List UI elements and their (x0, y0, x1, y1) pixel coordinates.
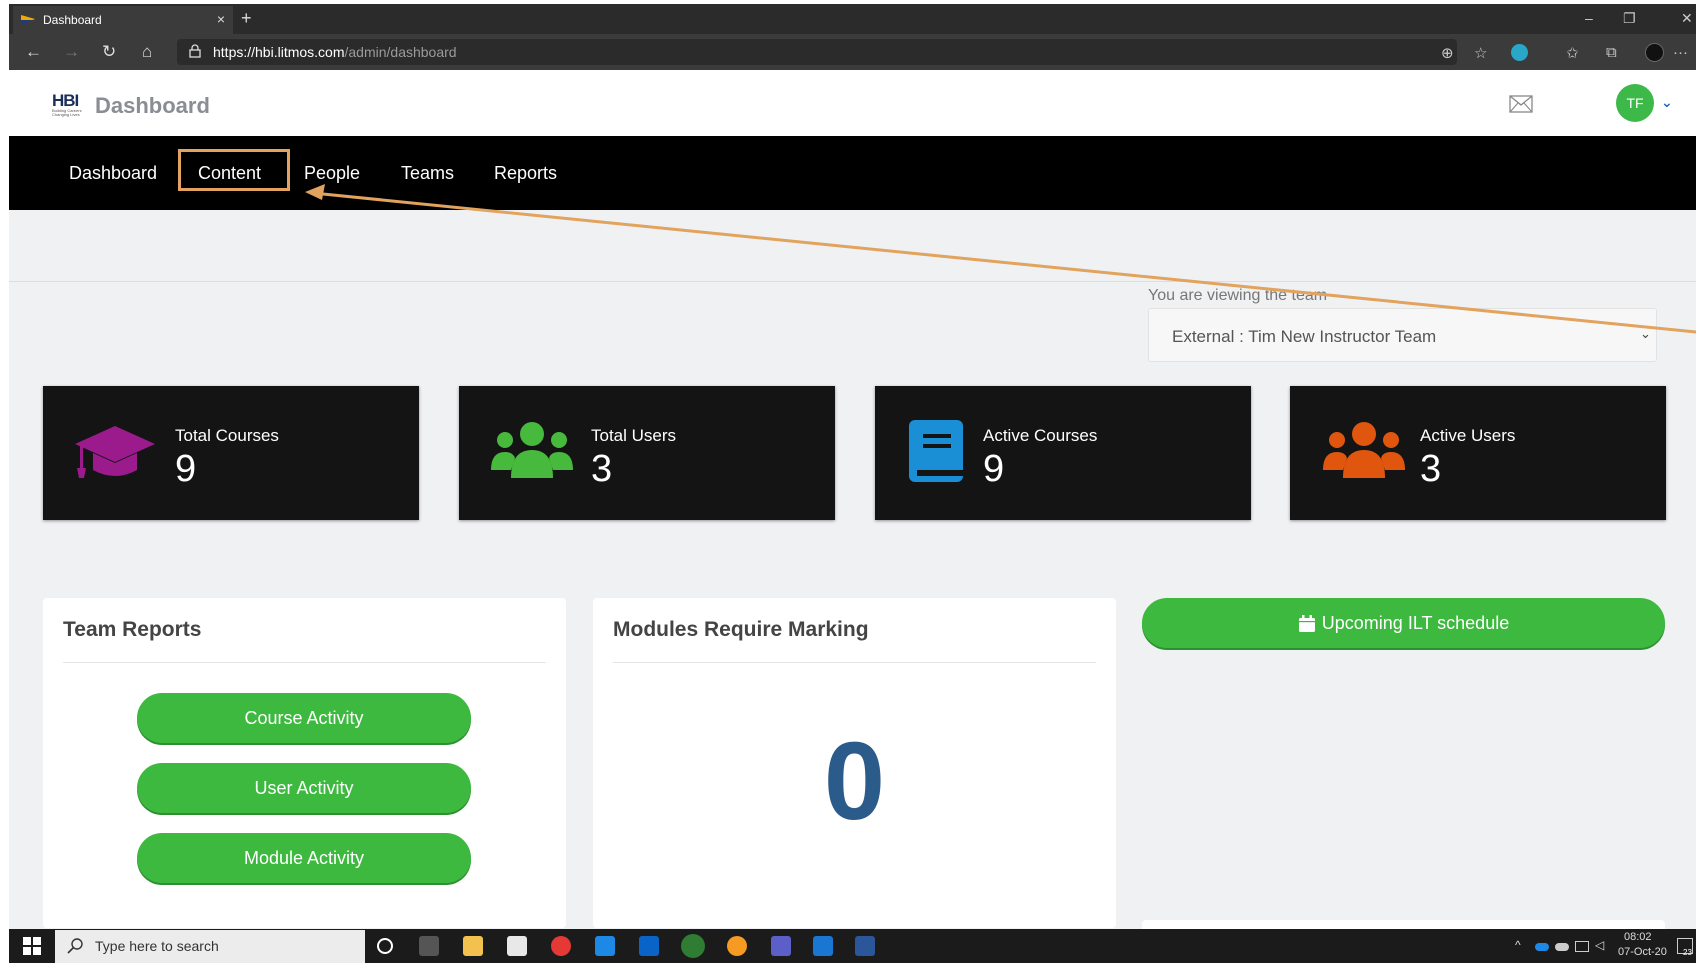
logo-mark: HBI (52, 91, 79, 110)
logo-tagline: Building Careers Changing Lives (52, 108, 82, 117)
file-explorer-icon[interactable] (463, 936, 483, 956)
upcoming-ilt-button[interactable]: Upcoming ILT schedule (1142, 598, 1665, 648)
stat-value: 3 (591, 448, 613, 490)
cortana-icon[interactable] (377, 938, 393, 954)
search-icon (67, 938, 83, 954)
favorite-star-icon[interactable]: ☆ (1474, 44, 1487, 62)
team-label: You are viewing the team (1148, 287, 1328, 304)
user-avatar[interactable]: TF (1616, 84, 1654, 122)
chevron-down-icon: ⌄ (1640, 326, 1651, 341)
profile-icon[interactable] (1645, 43, 1664, 62)
graduation-cap-icon (75, 426, 155, 478)
upcoming-ilt-label: Upcoming ILT schedule (1321, 612, 1510, 633)
stat-value: 3 (1420, 448, 1442, 490)
browser-tab[interactable]: Dashboard × (13, 6, 233, 34)
stat-label: Active Courses (983, 426, 1098, 445)
calendar-icon (1298, 614, 1315, 632)
taskbar-search-placeholder: Type here to search (95, 938, 219, 954)
subheader-strip (9, 210, 1696, 282)
close-window-icon[interactable]: ✕ (1681, 10, 1693, 27)
divider (63, 662, 546, 663)
highlight-box (178, 149, 290, 191)
word-icon[interactable] (855, 936, 875, 956)
volume-icon[interactable]: ◁ (1595, 938, 1604, 952)
extension-icon[interactable] (1511, 44, 1528, 61)
browser-tab-title: Dashboard (43, 13, 102, 27)
users-icon (1323, 422, 1405, 478)
stat-label: Total Courses (175, 426, 279, 445)
url-host: https://hbi.litmos.com (213, 44, 345, 60)
tab-close-icon[interactable]: × (217, 11, 225, 27)
notification-count: 23 (1683, 948, 1692, 957)
nav-people[interactable]: People (304, 163, 360, 184)
windows-start-icon[interactable] (23, 937, 41, 955)
stat-value: 9 (175, 448, 197, 490)
divider (613, 662, 1096, 663)
maps-icon[interactable] (551, 936, 571, 956)
page-title: Dashboard (95, 93, 210, 118)
task-view-icon[interactable] (419, 936, 439, 956)
team-select-value: External : Tim New Instructor Team (1172, 327, 1437, 346)
url-path: /admin/dashboard (344, 44, 457, 60)
mail-icon[interactable] (1509, 95, 1533, 113)
team-reports-panel: Team Reports Course Activity User Activi… (43, 598, 566, 928)
course-activity-button[interactable]: Course Activity (137, 693, 471, 743)
nav-dashboard[interactable]: Dashboard (69, 163, 157, 184)
home-icon[interactable]: ⌂ (142, 42, 152, 62)
restore-icon[interactable]: ❐ (1623, 10, 1636, 27)
stat-card-active-users[interactable]: Active Users 3 (1290, 386, 1666, 520)
stat-label: Active Users (1420, 426, 1516, 445)
users-icon (491, 422, 573, 478)
zoom-icon[interactable]: ⊕ (1441, 44, 1454, 62)
modules-marking-panel: Modules Require Marking 0 (593, 598, 1116, 928)
network-icon[interactable] (1575, 941, 1589, 952)
nav-reports[interactable]: Reports (494, 163, 557, 184)
forward-icon[interactable]: → (63, 42, 80, 62)
lock-icon (189, 44, 201, 58)
taskbar-time[interactable]: 08:02 (1624, 931, 1652, 943)
refresh-icon[interactable]: ↻ (102, 42, 116, 62)
cloud-icon[interactable] (1555, 943, 1569, 951)
url-text[interactable]: https://hbi.litmos.com/admin/dashboard (213, 44, 457, 60)
modules-marking-title: Modules Require Marking (613, 618, 869, 641)
browser-tab-bar (9, 4, 1696, 34)
minimize-icon[interactable]: – (1585, 10, 1593, 26)
book-icon (909, 420, 963, 482)
onedrive-icon[interactable] (1535, 943, 1549, 951)
site-favicon-icon (21, 15, 35, 25)
new-tab-button[interactable]: + (241, 8, 252, 29)
back-icon[interactable]: ← (25, 42, 42, 62)
screenshot-frame: Dashboard × + – ❐ ✕ ← → ↻ ⌂ https://hbi.… (9, 4, 1696, 963)
stat-card-total-users[interactable]: Total Users 3 (459, 386, 835, 520)
company-logo[interactable]: HBI Building Careers Changing Lives (52, 92, 86, 118)
edge-icon[interactable] (681, 934, 705, 958)
user-activity-button[interactable]: User Activity (137, 763, 471, 813)
mail-app-icon[interactable] (595, 936, 615, 956)
more-options-icon[interactable]: ··· (1673, 44, 1688, 61)
app-header (9, 70, 1696, 136)
nav-teams[interactable]: Teams (401, 163, 454, 184)
stat-label: Total Users (591, 426, 677, 445)
store-icon[interactable] (507, 936, 527, 956)
app-icon[interactable] (727, 936, 747, 956)
taskbar-date[interactable]: 07-Oct-20 (1618, 946, 1667, 958)
tray-chevron-icon[interactable]: ^ (1515, 938, 1521, 952)
chevron-down-icon[interactable]: ⌄ (1661, 94, 1673, 111)
stat-card-total-courses[interactable]: Total Courses 9 (43, 386, 419, 520)
modules-marking-count[interactable]: 0 (593, 718, 1116, 845)
favorites-list-icon[interactable]: ✩ (1566, 44, 1579, 62)
stat-card-active-courses[interactable]: Active Courses 9 (875, 386, 1251, 520)
app-icon[interactable] (813, 936, 833, 956)
stat-value: 9 (983, 448, 1005, 490)
module-activity-button[interactable]: Module Activity (137, 833, 471, 883)
collections-icon[interactable]: ⧉ (1606, 44, 1617, 61)
outlook-icon[interactable] (639, 936, 659, 956)
team-reports-title: Team Reports (63, 618, 202, 641)
teams-icon[interactable] (771, 936, 791, 956)
